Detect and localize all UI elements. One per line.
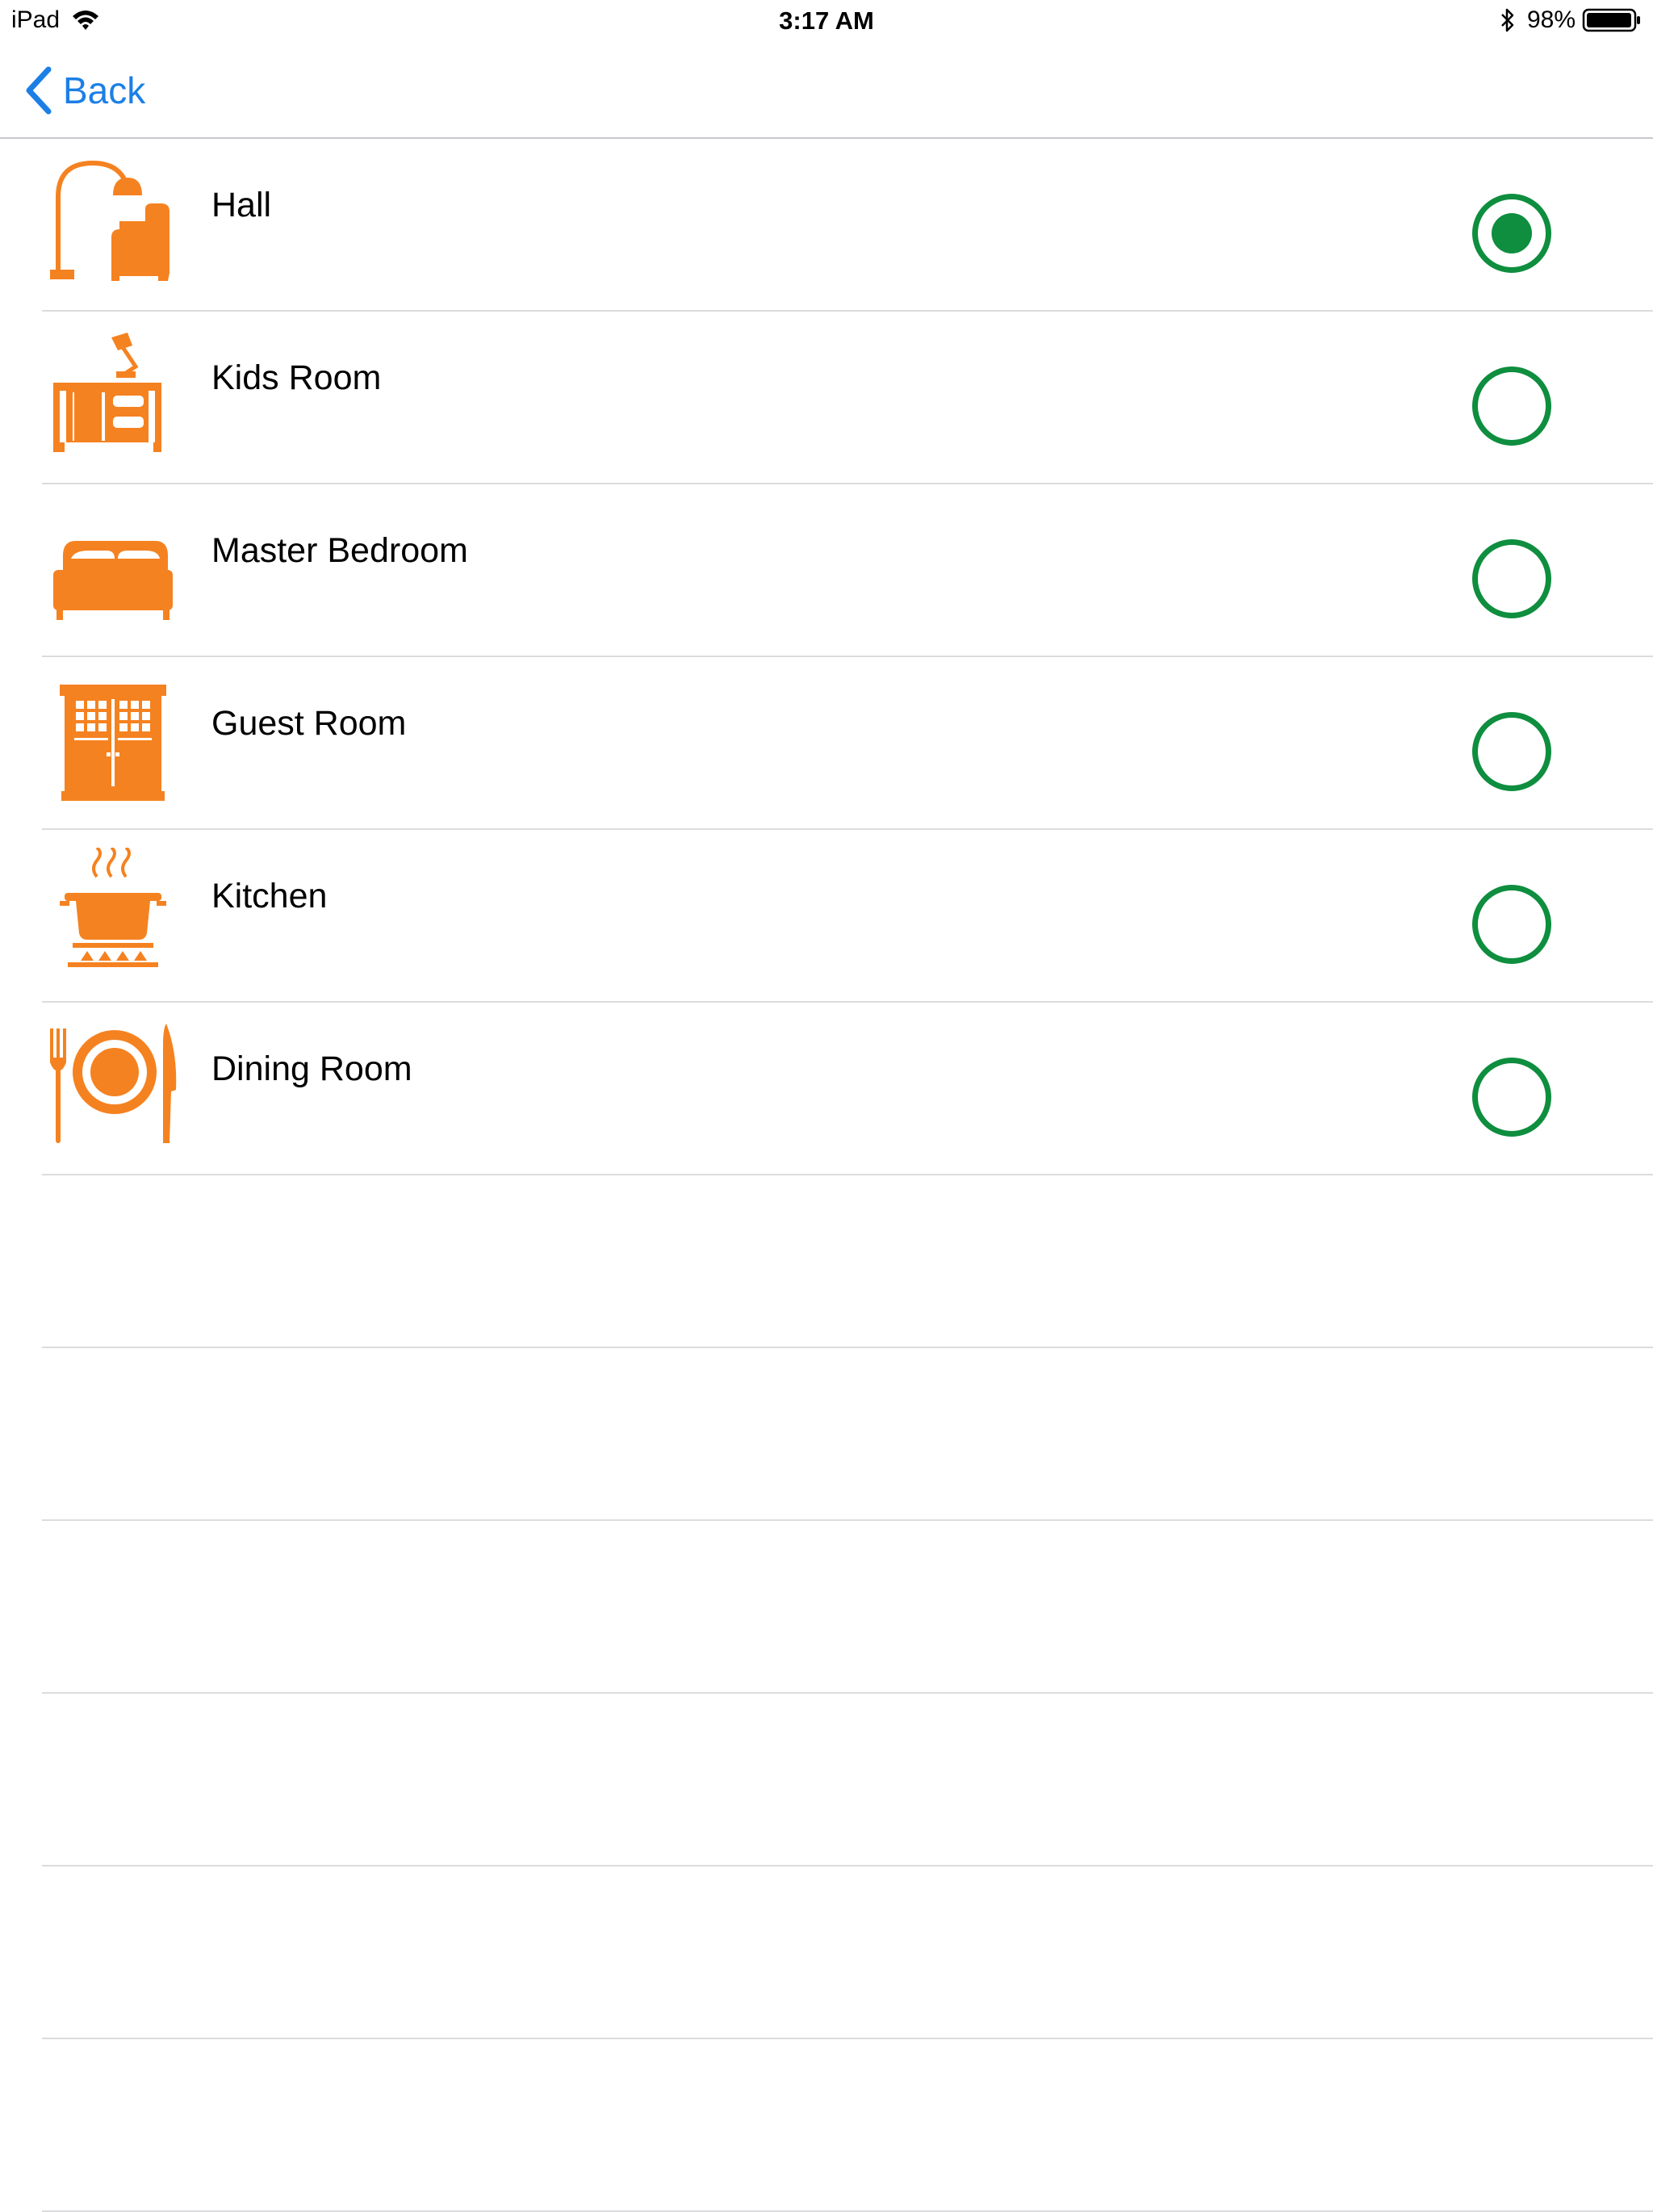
room-row-guest-room[interactable]: Guest Room xyxy=(0,657,1653,830)
chevron-left-icon xyxy=(24,66,53,115)
empty-row xyxy=(0,1866,1653,2039)
room-label: Dining Room xyxy=(211,1049,412,1088)
radio-button[interactable] xyxy=(1472,712,1551,791)
cooking-pot-icon xyxy=(48,846,178,977)
room-row-kitchen[interactable]: Kitchen xyxy=(0,830,1653,1003)
empty-row xyxy=(0,1694,1653,1866)
room-row-kids-room[interactable]: Kids Room xyxy=(0,312,1653,484)
back-label: Back xyxy=(63,69,146,111)
status-bar: iPad 3:17 AM 98% xyxy=(0,0,1653,44)
radio-selected-dot xyxy=(1492,213,1532,253)
empty-row xyxy=(0,1521,1653,1694)
plate-cutlery-icon xyxy=(48,1020,178,1150)
room-label: Guest Room xyxy=(211,704,407,743)
navigation-bar: Back xyxy=(0,44,1653,139)
radio-button-selected[interactable] xyxy=(1472,194,1551,273)
room-row-master-bedroom[interactable]: Master Bedroom xyxy=(0,484,1653,657)
battery-icon xyxy=(1582,7,1642,33)
desk-lamp-icon xyxy=(48,329,178,459)
bluetooth-icon xyxy=(1500,7,1516,33)
room-row-dining-room[interactable]: Dining Room xyxy=(0,1003,1653,1175)
status-right: 98% xyxy=(1500,6,1642,34)
radio-button[interactable] xyxy=(1472,1058,1551,1137)
empty-row xyxy=(0,2039,1653,2212)
status-time: 3:17 AM xyxy=(779,6,874,35)
room-label: Kitchen xyxy=(211,877,328,915)
floor-lamp-armchair-icon xyxy=(48,157,178,286)
room-row-hall[interactable]: Hall xyxy=(0,139,1653,312)
wardrobe-icon xyxy=(48,675,178,804)
room-label: Hall xyxy=(211,186,272,224)
radio-button[interactable] xyxy=(1472,367,1551,446)
room-label: Master Bedroom xyxy=(211,531,468,570)
back-button[interactable]: Back xyxy=(24,66,145,115)
empty-row xyxy=(0,1175,1653,1348)
bed-icon xyxy=(48,502,178,631)
empty-row xyxy=(0,1348,1653,1521)
radio-button[interactable] xyxy=(1472,885,1551,964)
room-label: Kids Room xyxy=(211,358,382,397)
radio-button[interactable] xyxy=(1472,539,1551,618)
battery-percent: 98% xyxy=(1526,6,1576,33)
